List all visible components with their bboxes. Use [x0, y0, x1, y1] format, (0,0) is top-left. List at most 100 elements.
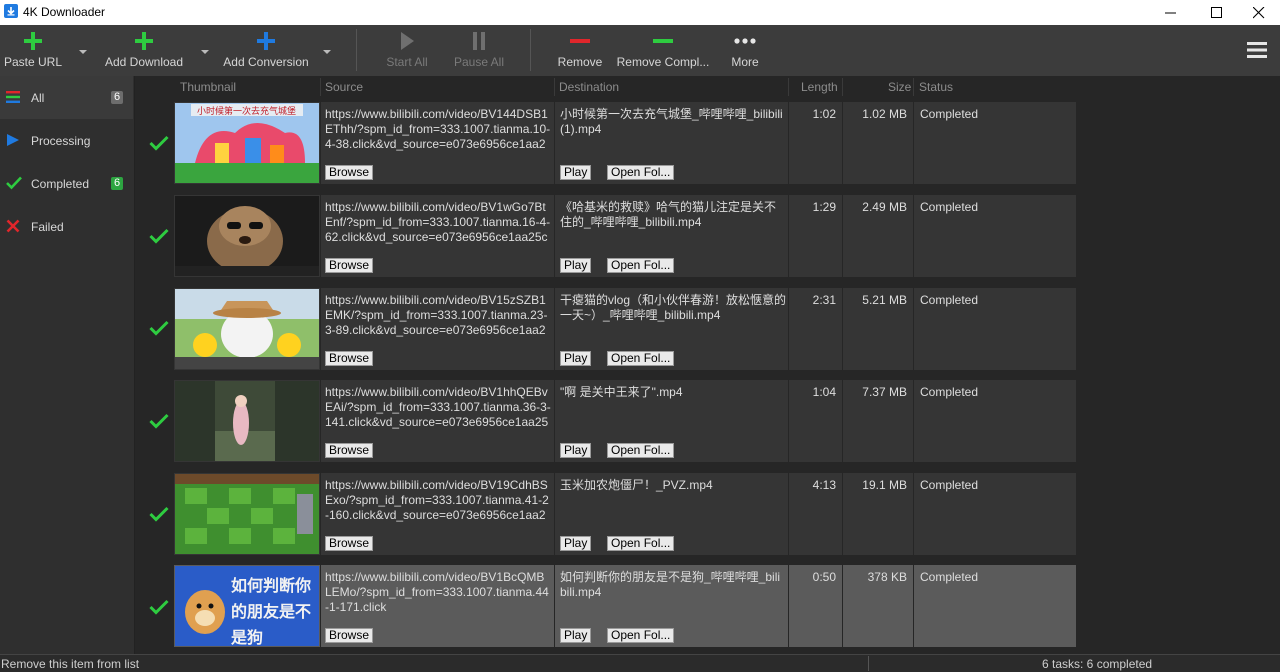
pause-all-button[interactable]: Pause All	[448, 25, 510, 76]
column-header-destination[interactable]: Destination	[559, 80, 619, 94]
play-button[interactable]: Play	[560, 628, 592, 643]
column-divider[interactable]	[842, 78, 843, 96]
play-icon	[6, 133, 20, 147]
size-cell: 378 KB	[842, 565, 913, 647]
source-url[interactable]: https://www.bilibili.com/video/BV144DSB1…	[325, 107, 551, 154]
start-all-button[interactable]: Start All	[378, 25, 436, 76]
more-button[interactable]: More	[722, 25, 768, 76]
destination-filename[interactable]: 《哈基米的救赎》哈气的猫儿注定是关不住的_哔哩哔哩_bilibili.mp4	[560, 200, 786, 247]
size-value: 19.1 MB	[862, 478, 907, 492]
status-value: Completed	[920, 293, 979, 307]
play-button[interactable]: Play	[560, 258, 592, 273]
paste-url-dropdown[interactable]	[78, 45, 88, 54]
table-row[interactable]: https://www.bilibili.com/video/BV19CdhBS…	[174, 473, 1076, 555]
status-value: Completed	[920, 478, 979, 492]
add-download-button[interactable]: Add Download	[96, 25, 192, 76]
browse-button[interactable]: Browse	[325, 443, 374, 458]
source-cell: https://www.bilibili.com/video/BV15zSZB1…	[320, 288, 553, 370]
browse-button[interactable]: Browse	[325, 165, 374, 180]
column-header-thumbnail[interactable]: Thumbnail	[180, 80, 236, 94]
add-conversion-button[interactable]: Add Conversion	[216, 25, 316, 76]
open-folder-button[interactable]: Open Fol...	[607, 536, 675, 551]
table-row[interactable]: https://www.bilibili.com/video/BV1wGo7Bt…	[174, 195, 1076, 277]
toolbar: Paste URL Add Download Add Conversion St…	[0, 25, 1280, 76]
play-button[interactable]: Play	[560, 536, 592, 551]
check-icon	[6, 176, 22, 190]
column-header-source[interactable]: Source	[325, 80, 363, 94]
title-bar: 4K Downloader	[0, 0, 1280, 25]
remove-completed-button[interactable]: Remove Compl...	[616, 25, 710, 76]
remove-button[interactable]: Remove	[552, 25, 608, 76]
video-thumbnail: 如何判断你的朋友是不是狗	[175, 566, 319, 646]
destination-filename[interactable]: 玉米加农炮僵尸！_PVZ.mp4	[560, 478, 786, 525]
source-url[interactable]: https://www.bilibili.com/video/BV1hhQEBv…	[325, 385, 551, 432]
destination-filename[interactable]: 干瘪猫的vlog（和小伙伴春游！放松惬意的一天~）_哔哩哔哩_bilibili.…	[560, 293, 786, 340]
size-cell: 7.37 MB	[842, 380, 913, 462]
play-button[interactable]: Play	[560, 165, 592, 180]
sidebar-item-label: All	[31, 91, 45, 105]
size-value: 7.37 MB	[862, 385, 907, 399]
sidebar-item-failed[interactable]: Failed	[0, 205, 133, 248]
status-value: Completed	[920, 570, 979, 584]
list-icon	[6, 90, 20, 104]
browse-button[interactable]: Browse	[325, 628, 374, 643]
column-divider[interactable]	[913, 78, 914, 96]
size-value: 2.49 MB	[862, 200, 907, 214]
maximize-button[interactable]	[1194, 0, 1240, 25]
video-thumbnail	[175, 381, 319, 461]
column-divider[interactable]	[554, 78, 555, 96]
length-cell: 2:31	[788, 288, 842, 370]
length-value: 2:31	[812, 293, 836, 307]
source-url[interactable]: https://www.bilibili.com/video/BV1wGo7Bt…	[325, 200, 551, 247]
sidebar-item-label: Processing	[31, 134, 91, 148]
paste-url-button[interactable]: Paste URL	[0, 25, 66, 76]
table-row[interactable]: https://www.bilibili.com/video/BV1hhQEBv…	[174, 380, 1076, 462]
table-row[interactable]: https://www.bilibili.com/video/BV15zSZB1…	[174, 288, 1076, 370]
length-value: 1:02	[812, 107, 836, 121]
length-value: 1:04	[812, 385, 836, 399]
length-value: 1:29	[812, 200, 836, 214]
sidebar-item-completed[interactable]: Completed 6	[0, 162, 133, 205]
sidebar-item-processing[interactable]: Processing	[0, 119, 133, 162]
add-download-dropdown[interactable]	[200, 45, 210, 54]
table-row-selected[interactable]: 如何判断你的朋友是不是狗 https://www.bilibili.com/vi…	[174, 565, 1076, 647]
browse-button[interactable]: Browse	[325, 351, 374, 366]
column-divider[interactable]	[320, 78, 321, 96]
add-conversion-dropdown[interactable]	[322, 45, 332, 54]
play-button[interactable]: Play	[560, 443, 592, 458]
column-header-length[interactable]: Length	[801, 80, 838, 94]
hamburger-menu-button[interactable]	[1244, 39, 1270, 61]
open-folder-button[interactable]: Open Fol...	[607, 351, 675, 366]
source-url[interactable]: https://www.bilibili.com/video/BV19CdhBS…	[325, 478, 551, 525]
destination-filename[interactable]: "啊 是关中王来了".mp4	[560, 385, 786, 432]
source-url[interactable]: https://www.bilibili.com/video/BV1BcQMBL…	[325, 570, 551, 617]
sidebar: All 6 Processing Completed 6 Failed	[0, 76, 135, 654]
length-cell: 1:02	[788, 102, 842, 184]
browse-button[interactable]: Browse	[325, 258, 374, 273]
status-cell: Completed	[913, 565, 1077, 647]
open-folder-button[interactable]: Open Fol...	[607, 443, 675, 458]
length-value: 0:50	[812, 570, 836, 584]
destination-filename[interactable]: 小时候第一次去充气城堡_哔哩哔哩_bilibili (1).mp4	[560, 107, 786, 154]
browse-button[interactable]: Browse	[325, 536, 374, 551]
play-button[interactable]: Play	[560, 351, 592, 366]
open-folder-button[interactable]: Open Fol...	[607, 165, 675, 180]
column-divider[interactable]	[788, 78, 789, 96]
open-folder-button[interactable]: Open Fol...	[607, 628, 675, 643]
table-row[interactable]: 小时候第一次去充气城堡 https://www.bilibili.com/vid…	[174, 102, 1076, 184]
minimize-button[interactable]	[1148, 0, 1194, 25]
destination-filename[interactable]: 如何判断你的朋友是不是狗_哔哩哔哩_bilibili.mp4	[560, 570, 786, 617]
close-button[interactable]	[1236, 0, 1280, 25]
sidebar-item-all[interactable]: All 6	[0, 76, 133, 119]
source-cell: https://www.bilibili.com/video/BV1BcQMBL…	[320, 565, 553, 647]
column-header-size[interactable]: Size	[888, 80, 911, 94]
source-url[interactable]: https://www.bilibili.com/video/BV15zSZB1…	[325, 293, 551, 340]
chevron-down-icon	[201, 50, 209, 54]
pause-icon	[448, 31, 510, 53]
column-header-status[interactable]: Status	[919, 80, 953, 94]
video-thumbnail	[175, 474, 319, 554]
pause-all-label: Pause All	[453, 55, 505, 69]
open-folder-button[interactable]: Open Fol...	[607, 258, 675, 273]
size-cell: 1.02 MB	[842, 102, 913, 184]
completed-check-icon	[149, 228, 169, 244]
